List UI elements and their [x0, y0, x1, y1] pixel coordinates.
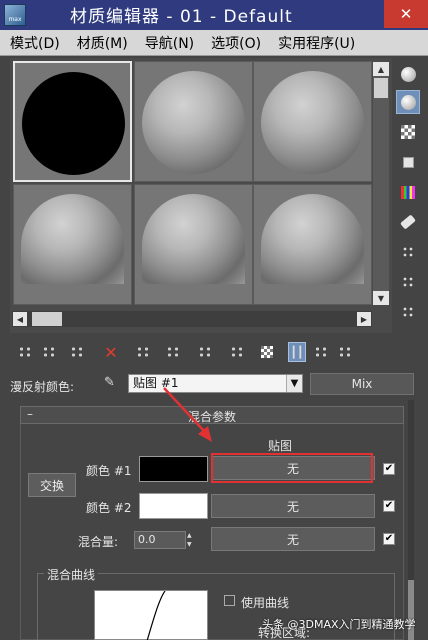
annotation-arrow — [163, 387, 212, 442]
